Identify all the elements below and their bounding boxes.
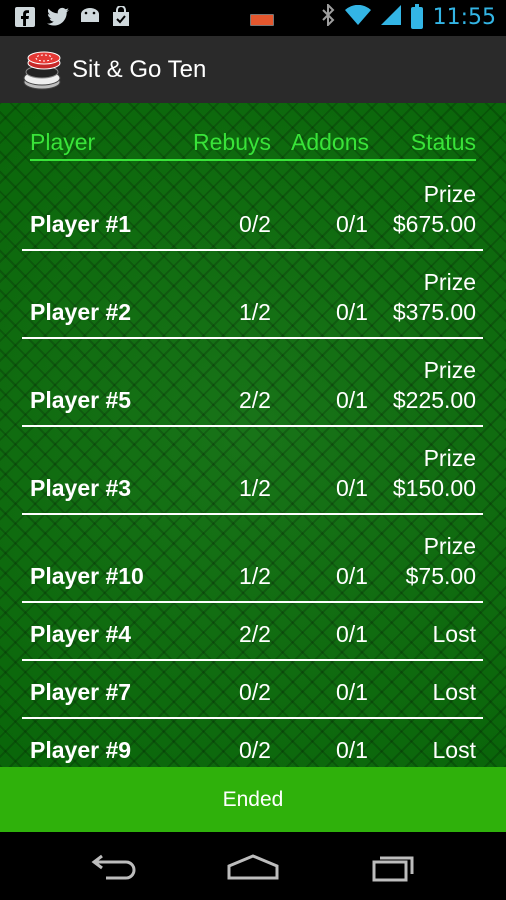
player-name: Player #10 — [30, 563, 144, 589]
player-status: $675.00 — [392, 211, 476, 237]
ended-button[interactable]: Ended — [0, 767, 506, 832]
player-addons: 0/1 — [336, 475, 368, 501]
player-rebuys: 2/2 — [239, 387, 271, 413]
table-row[interactable]: Player #9 0/2 0/1 Lost — [22, 733, 483, 767]
battery-icon — [410, 3, 423, 29]
navigation-bar — [0, 832, 506, 900]
player-status: Lost — [432, 621, 476, 647]
android-icon — [78, 6, 100, 28]
player-rebuys: 0/2 — [239, 211, 271, 237]
header-status: Status — [410, 129, 476, 155]
wifi-icon — [344, 4, 371, 30]
facebook-icon — [14, 6, 36, 28]
player-status: $150.00 — [392, 475, 476, 501]
twitter-icon — [46, 6, 69, 28]
table-row[interactable]: Prize Player #5 2/2 0/1 $225.00 — [22, 353, 483, 427]
player-status: $75.00 — [405, 563, 476, 589]
player-status: $225.00 — [392, 387, 476, 413]
header-player: Player — [30, 129, 96, 155]
player-name: Player #9 — [30, 737, 132, 763]
status-label: Prize — [423, 269, 476, 295]
action-bar: Sit & Go Ten — [0, 36, 506, 104]
player-rebuys: 1/2 — [239, 475, 271, 501]
player-status: $375.00 — [392, 299, 476, 325]
player-status: Lost — [432, 679, 476, 705]
status-label: Prize — [423, 181, 476, 207]
player-name: Player #4 — [30, 621, 132, 647]
player-name: Player #5 — [30, 387, 132, 413]
clock: 11:55 — [432, 5, 496, 30]
app-title: Sit & Go Ten — [72, 55, 207, 83]
player-name: Player #2 — [30, 299, 132, 325]
player-name: Player #7 — [30, 679, 132, 705]
player-rebuys: 1/2 — [239, 299, 271, 325]
player-addons: 0/1 — [336, 299, 368, 325]
table-row[interactable]: Prize Player #3 1/2 0/1 $150.00 — [22, 441, 483, 515]
recent-apps-icon[interactable] — [364, 852, 420, 882]
header-addons: Addons — [291, 129, 370, 155]
bluetooth-icon — [321, 2, 335, 31]
player-addons: 0/1 — [336, 563, 368, 589]
results-table[interactable]: Player Rebuys Addons Status Prize Player… — [0, 103, 506, 767]
player-rebuys: 1/2 — [239, 563, 271, 589]
player-rebuys: 0/2 — [239, 737, 271, 763]
player-addons: 0/1 — [336, 679, 368, 705]
status-bar: 11:55 — [0, 0, 506, 36]
status-label: Prize — [423, 445, 476, 471]
player-status: Lost — [432, 737, 476, 763]
table-row[interactable]: Player #7 0/2 0/1 Lost — [22, 675, 483, 719]
player-rebuys: 0/2 — [239, 679, 271, 705]
table-row[interactable]: Prize Player #1 0/2 0/1 $675.00 — [22, 177, 483, 251]
notification-indicator — [250, 14, 274, 26]
table-row[interactable]: Prize Player #10 1/2 0/1 $75.00 — [22, 529, 483, 603]
status-label: Prize — [423, 533, 476, 559]
ended-button-label: Ended — [222, 787, 284, 811]
player-addons: 0/1 — [336, 621, 368, 647]
player-name: Player #1 — [30, 211, 132, 237]
table-row[interactable]: Prize Player #2 1/2 0/1 $375.00 — [22, 265, 483, 339]
player-addons: 0/1 — [336, 387, 368, 413]
table-row[interactable]: Player #4 2/2 0/1 Lost — [22, 617, 483, 661]
shopping-bag-icon — [110, 5, 132, 28]
header-rebuys: Rebuys — [193, 129, 271, 155]
player-rebuys: 2/2 — [239, 621, 271, 647]
player-addons: 0/1 — [336, 211, 368, 237]
status-label: Prize — [423, 357, 476, 383]
back-icon[interactable] — [86, 852, 142, 882]
home-icon[interactable] — [225, 852, 281, 882]
table-header: Player Rebuys Addons Status — [30, 127, 476, 161]
player-name: Player #3 — [30, 475, 132, 501]
signal-icon — [380, 5, 401, 30]
poker-chips-icon[interactable] — [18, 46, 66, 94]
player-addons: 0/1 — [336, 737, 368, 763]
